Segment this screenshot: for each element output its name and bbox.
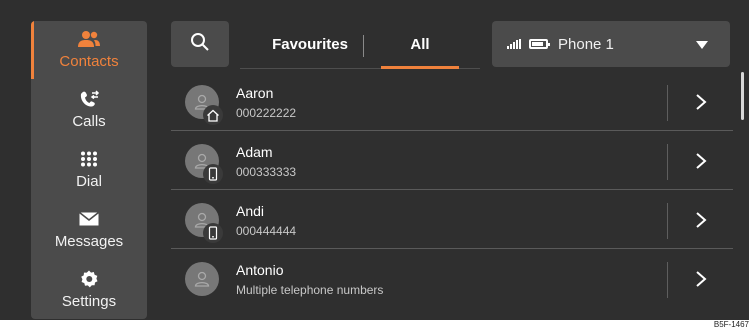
- contact-number: 000222222: [236, 106, 297, 120]
- calls-icon: [78, 89, 100, 109]
- tab-favourites[interactable]: Favourites: [260, 21, 360, 67]
- active-indicator: [31, 21, 34, 79]
- person-icon: [194, 271, 210, 287]
- sidebar-item-messages[interactable]: Messages: [31, 201, 147, 259]
- selected-phone: Phone 1: [558, 35, 614, 53]
- mobile-icon: [203, 223, 223, 243]
- battery-icon: [529, 39, 550, 49]
- mobile-icon: [203, 164, 223, 184]
- scrollbar[interactable]: [741, 72, 744, 120]
- contact-row-adam[interactable]: Adam 000333333: [171, 132, 733, 190]
- active-tab-underline: [381, 66, 459, 69]
- contact-name: Antonio: [236, 262, 284, 278]
- contact-row-andi[interactable]: Andi 000444444: [171, 191, 733, 249]
- chevron-right-icon[interactable]: [695, 152, 707, 170]
- contact-name: Aaron: [236, 85, 274, 101]
- home-icon: [203, 105, 223, 125]
- tab-separator: [363, 35, 364, 57]
- sidebar-item-dial[interactable]: Dial: [31, 141, 147, 199]
- caret-down-icon: [696, 41, 708, 49]
- sidebar-item-calls[interactable]: Calls: [31, 81, 147, 139]
- signal-icon: [507, 39, 521, 49]
- contacts-icon: [77, 29, 101, 49]
- sidebar-item-label: Messages: [54, 233, 124, 250]
- chevron-right-icon[interactable]: [695, 93, 707, 111]
- chevron-right-icon[interactable]: [695, 270, 707, 288]
- row-divider: [667, 85, 668, 121]
- sidebar-item-settings[interactable]: Settings: [31, 261, 147, 319]
- contact-list: Aaron 000222222 Adam 000333333 Andi 0004…: [171, 73, 733, 320]
- sidebar-item-label: Contacts: [59, 53, 119, 70]
- row-divider: [667, 203, 668, 239]
- contact-tabs: Favourites All: [240, 21, 480, 69]
- sidebar-item-label: Settings: [61, 293, 117, 310]
- phone-app-screen: Contacts Calls Dial Messages Settings Fa…: [0, 0, 749, 320]
- row-divider: [667, 262, 668, 298]
- phone-selector-dropdown[interactable]: Phone 1: [492, 21, 730, 67]
- search-button[interactable]: [171, 21, 229, 67]
- row-divider: [667, 144, 668, 180]
- contact-number: 000444444: [236, 224, 297, 238]
- row-separator: [171, 189, 733, 190]
- sidebar: Contacts Calls Dial Messages Settings: [31, 21, 147, 319]
- dialpad-icon: [80, 149, 98, 169]
- row-separator: [171, 248, 733, 249]
- tab-all[interactable]: All: [381, 21, 459, 67]
- row-separator: [171, 130, 733, 131]
- figure-reference-code: B5F-1467: [713, 320, 749, 329]
- sidebar-item-label: Calls: [72, 113, 106, 130]
- chevron-right-icon[interactable]: [695, 211, 707, 229]
- contact-name: Andi: [236, 203, 265, 219]
- contact-number: Multiple telephone numbers: [236, 283, 384, 297]
- search-icon: [190, 32, 210, 57]
- contact-row-antonio[interactable]: Antonio Multiple telephone numbers: [171, 250, 733, 308]
- envelope-icon: [79, 209, 99, 229]
- contact-row-aaron[interactable]: Aaron 000222222: [171, 73, 733, 131]
- sidebar-item-label: Dial: [76, 173, 102, 190]
- contact-name: Adam: [236, 144, 273, 160]
- sidebar-item-contacts[interactable]: Contacts: [31, 21, 147, 79]
- gear-icon: [80, 269, 98, 289]
- contact-number: 000333333: [236, 165, 297, 179]
- avatar: [185, 262, 219, 296]
